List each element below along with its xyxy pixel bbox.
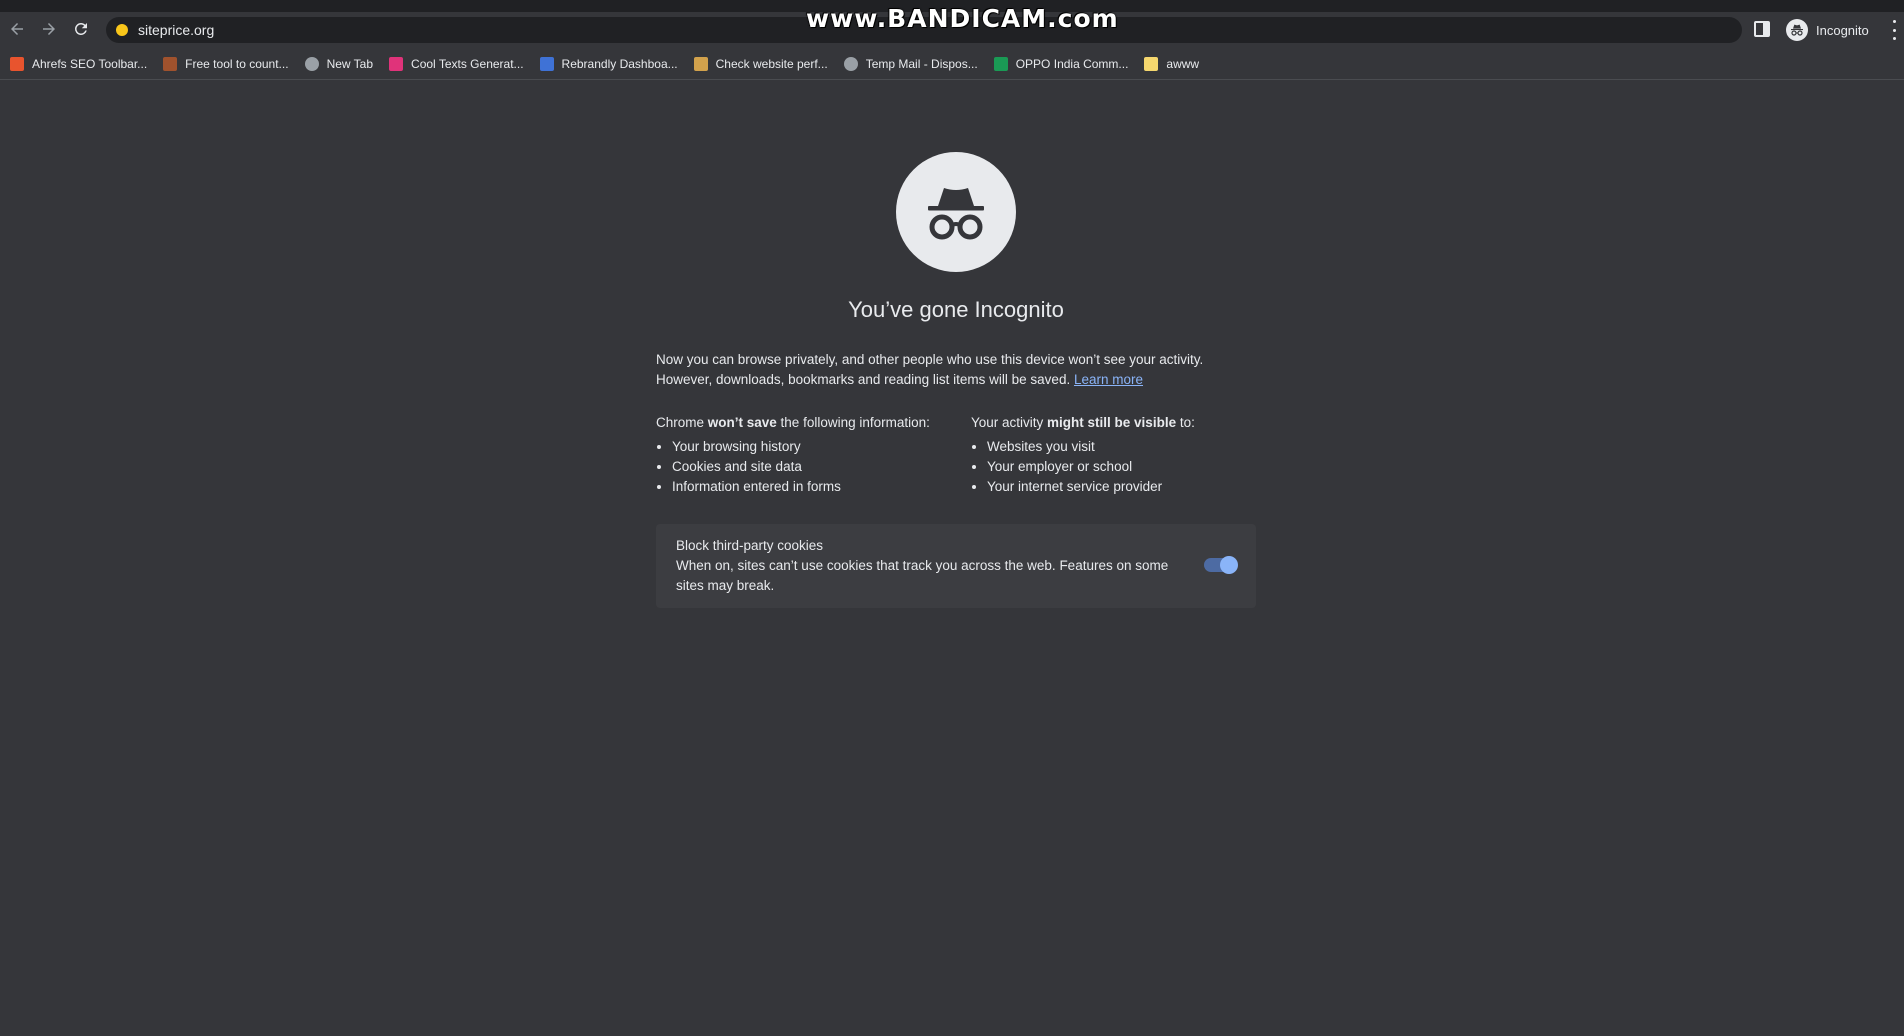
rebrandly-icon [539,56,554,71]
bookmark-label: Check website perf... [715,56,828,71]
arrow-left-icon [11,23,23,35]
bookmark-label: Cool Texts Generat... [411,56,524,71]
wont-save-item: Cookies and site data [672,457,956,477]
wont-save-item: Information entered in forms [672,477,956,497]
bookmark-item[interactable]: Cool Texts Generat... [389,52,524,76]
recording-watermark: www.BANDICAM.com [806,4,1119,33]
wont-save-list: Your browsing historyCookies and site da… [656,437,956,497]
bookmark-item[interactable]: Free tool to count... [163,52,289,76]
forward-button[interactable] [36,16,62,42]
globe-icon [304,56,319,71]
bookmark-item[interactable]: awww [1144,52,1199,76]
folder-icon [1144,56,1159,71]
page-icon [163,56,178,71]
oppo-icon [993,56,1008,71]
bookmarks-bar: Ahrefs SEO Toolbar... Free tool to count.… [0,48,1904,80]
url-text[interactable]: siteprice.org [138,22,214,38]
intro-line-2: However, downloads, bookmarks and readin… [656,372,1071,387]
bookmark-label: New Tab [326,56,374,71]
arrow-right-icon [43,23,55,35]
bookmark-label: Free tool to count... [185,56,289,71]
incognito-hero-icon [896,152,1016,272]
visible-to-item: Your internet service provider [987,477,1271,497]
bookmark-label: Rebrandly Dashboa... [561,56,678,71]
profile-label: Incognito [1816,22,1869,38]
third-party-cookies-card: Block third-party cookies When on, sites… [656,524,1256,608]
visible-to-section: Your activity might still be visible to:… [971,413,1271,497]
cookie-card-description: When on, sites can’t use cookies that tr… [676,558,1169,593]
globe-icon [843,56,858,71]
visible-to-list: Websites you visitYour employer or schoo… [971,437,1271,497]
toggle-knob [1220,556,1238,574]
wont-save-item: Your browsing history [672,437,956,457]
bookmark-item[interactable]: Check website perf... [693,52,828,76]
bookmark-item[interactable]: Temp Mail - Dispos... [843,52,978,76]
bookmark-item[interactable]: Ahrefs SEO Toolbar... [10,52,147,76]
wont-save-heading: Chrome won’t save the following informat… [656,415,930,430]
bookmark-label: awww [1166,56,1200,71]
folder-icon [693,56,708,71]
visible-to-heading: Your activity might still be visible to: [971,415,1195,430]
visible-to-item: Your employer or school [987,457,1271,477]
incognito-icon [1786,19,1808,41]
visible-to-item: Websites you visit [987,437,1271,457]
browser-toolbar: siteprice.org www.BANDICAM.com Incognito [0,0,1904,48]
reload-icon [74,22,87,35]
bookmark-label: Temp Mail - Dispos... [865,56,978,71]
site-info-icon[interactable] [116,24,128,36]
intro-line-1: Now you can browse privately, and other … [656,352,1204,367]
cookie-card-title: Block third-party cookies [676,538,824,553]
intro-text: Now you can browse privately, and other … [656,350,1256,390]
bookmark-label: Ahrefs SEO Toolbar... [32,56,148,71]
bookmark-item[interactable]: New Tab [304,52,374,76]
incognito-new-tab-page: You’ve gone Incognito Now you can browse… [0,81,1904,1036]
back-button[interactable] [4,16,30,42]
incognito-profile-button[interactable]: Incognito [1782,17,1877,43]
bookmark-item[interactable]: OPPO India Comm... [993,52,1129,76]
learn-more-link[interactable]: Learn more [1074,372,1143,387]
bookmark-label: OPPO India Comm... [1015,56,1129,71]
side-panel-icon[interactable] [1754,21,1770,37]
ahrefs-icon [10,56,24,71]
wont-save-section: Chrome won’t save the following informat… [656,413,956,497]
kebab-menu-icon[interactable] [1890,20,1898,40]
page-title: You’ve gone Incognito [848,297,1064,322]
bookmark-item[interactable]: Rebrandly Dashboa... [539,52,678,76]
ct-icon [389,56,404,71]
reload-button[interactable] [68,16,94,42]
block-cookies-toggle[interactable] [1204,556,1238,574]
